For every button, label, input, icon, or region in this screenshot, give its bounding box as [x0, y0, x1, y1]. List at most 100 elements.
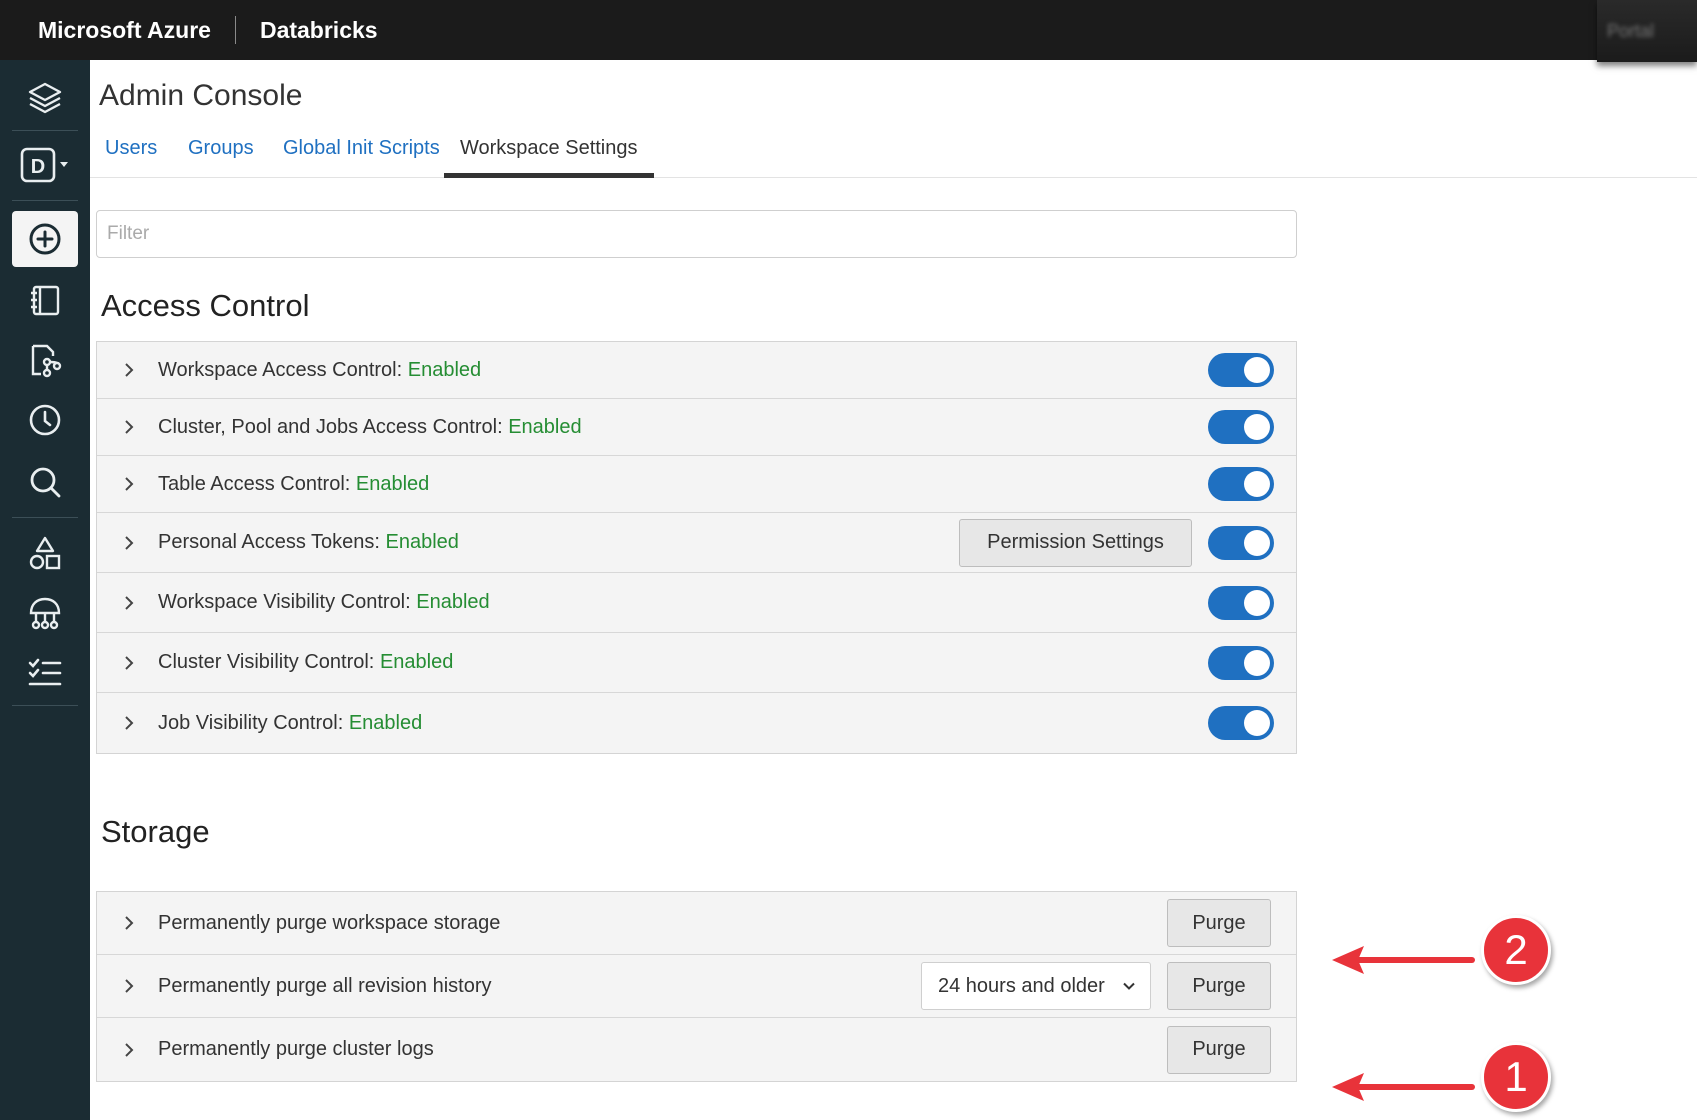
chevron-right-icon[interactable]: [121, 655, 137, 671]
settings-row[interactable]: Permanently purge workspace storage Purg…: [97, 892, 1296, 955]
sidebar-item-repos[interactable]: [12, 330, 78, 390]
toggle-knob: [1244, 529, 1270, 556]
brand-label[interactable]: Microsoft Azure: [0, 16, 236, 44]
settings-row[interactable]: Cluster, Pool and Jobs Access Control: E…: [97, 399, 1296, 456]
revision-age-select[interactable]: 24 hours and older: [921, 962, 1151, 1010]
settings-row[interactable]: Permanently purge all revision history 2…: [97, 955, 1296, 1018]
chevron-right-icon[interactable]: [121, 595, 137, 611]
toggle-switch[interactable]: [1208, 525, 1274, 560]
status-enabled: Enabled: [508, 415, 582, 438]
row-label: Workspace Access Control: Enabled: [158, 358, 482, 381]
arrow-left-icon: [1332, 1073, 1475, 1101]
settings-row[interactable]: Workspace Visibility Control: Enabled: [97, 573, 1296, 633]
create-icon: [29, 223, 61, 255]
permission-settings-button[interactable]: Permission Settings: [959, 518, 1192, 567]
top-bar: Microsoft Azure Databricks Portal: [0, 0, 1697, 62]
purge-workspace-storage-button[interactable]: Purge: [1167, 899, 1271, 947]
status-enabled: Enabled: [416, 591, 490, 613]
row-label: Table Access Control: Enabled: [158, 472, 430, 495]
toggle-knob: [1244, 357, 1270, 383]
storage-panel: Permanently purge workspace storage Purg…: [96, 891, 1297, 1082]
tab-users[interactable]: Users: [105, 137, 157, 160]
toggle-knob: [1244, 710, 1270, 736]
purge-cluster-logs-button[interactable]: Purge: [1167, 1025, 1271, 1074]
status-enabled: Enabled: [385, 531, 459, 553]
sidebar-item-create[interactable]: [12, 211, 78, 267]
sidebar-item-workspace[interactable]: D: [12, 135, 78, 195]
repos-icon: [31, 344, 62, 378]
row-label: Cluster, Pool and Jobs Access Control: E…: [158, 415, 582, 438]
product-label[interactable]: Databricks: [236, 17, 378, 44]
settings-row[interactable]: Personal Access Tokens: Enabled Permissi…: [97, 513, 1296, 573]
clock-icon: [29, 404, 61, 436]
sidebar-item-jobs[interactable]: [12, 643, 78, 703]
access-control-panel: Workspace Access Control: Enabled Cluste…: [96, 341, 1297, 754]
toggle-knob: [1244, 471, 1270, 497]
status-enabled: Enabled: [379, 651, 454, 673]
notebook-icon: [31, 285, 60, 316]
toggle-switch[interactable]: [1208, 585, 1274, 620]
chevron-right-icon[interactable]: [121, 1042, 137, 1058]
search-icon: [30, 467, 61, 498]
access-control-title: Access Control: [101, 288, 310, 323]
settings-row[interactable]: Workspace Access Control: Enabled: [97, 342, 1296, 399]
settings-row[interactable]: Cluster Visibility Control: Enabled: [97, 633, 1296, 693]
toggle-knob: [1244, 649, 1270, 676]
sidebar-item-search[interactable]: [12, 452, 78, 512]
filter-input[interactable]: [96, 210, 1297, 258]
row-label: Personal Access Tokens: Enabled: [158, 531, 459, 553]
toggle-switch[interactable]: [1208, 353, 1274, 387]
chevron-right-icon[interactable]: [121, 915, 137, 931]
sidebar-item-data[interactable]: [12, 523, 78, 583]
sidebar: D: [0, 60, 90, 1120]
settings-row[interactable]: Permanently purge cluster logs Purge: [97, 1018, 1296, 1081]
toggle-switch[interactable]: [1208, 706, 1274, 740]
sidebar-separator: [12, 517, 78, 518]
annotation-badge-2: 2: [1481, 915, 1551, 985]
toggle-switch[interactable]: [1208, 410, 1274, 444]
tab-groups[interactable]: Groups: [188, 137, 254, 160]
settings-row[interactable]: Table Access Control: Enabled: [97, 456, 1296, 513]
chevron-right-icon[interactable]: [121, 978, 137, 994]
cluster-icon: [29, 597, 61, 630]
workspace-icon: D: [20, 147, 68, 183]
chevron-right-icon[interactable]: [121, 715, 137, 731]
main-content: Admin Console Users Groups Global Init S…: [90, 60, 1697, 1120]
jobs-list-icon: [28, 658, 62, 686]
sidebar-separator: [12, 130, 78, 131]
storage-title: Storage: [101, 814, 210, 849]
chevron-right-icon[interactable]: [121, 362, 137, 378]
sidebar-item-recents[interactable]: [12, 390, 78, 450]
layers-icon: [28, 82, 62, 114]
status-enabled: Enabled: [407, 358, 482, 381]
settings-row[interactable]: Job Visibility Control: Enabled: [97, 693, 1296, 753]
toggle-switch[interactable]: [1208, 467, 1274, 501]
annotation-badge-1: 1: [1481, 1042, 1551, 1112]
sidebar-item-compute[interactable]: [12, 583, 78, 643]
chevron-right-icon[interactable]: [121, 419, 137, 435]
sidebar-separator: [12, 200, 78, 201]
tab-workspace-settings[interactable]: Workspace Settings: [460, 137, 638, 160]
chevron-right-icon[interactable]: [121, 476, 137, 492]
purge-revision-history-button[interactable]: Purge: [1167, 962, 1271, 1010]
select-value: 24 hours and older: [938, 974, 1105, 997]
status-enabled: Enabled: [348, 711, 423, 734]
svg-text:D: D: [31, 156, 45, 178]
toggle-knob: [1244, 414, 1270, 440]
portal-link-area[interactable]: Portal: [1597, 0, 1697, 62]
row-label: Permanently purge cluster logs: [158, 1038, 434, 1060]
arrow-left-icon: [1332, 946, 1475, 974]
status-enabled: Enabled: [355, 472, 430, 495]
row-label: Job Visibility Control: Enabled: [158, 711, 423, 734]
sidebar-separator: [12, 705, 78, 706]
tab-active-indicator: [444, 173, 654, 178]
sidebar-item-home[interactable]: [12, 68, 78, 128]
portal-link[interactable]: Portal: [1607, 21, 1654, 42]
toggle-switch[interactable]: [1208, 645, 1274, 680]
tab-global-init-scripts[interactable]: Global Init Scripts: [283, 137, 440, 160]
tab-bar: Users Groups Global Init Scripts Workspa…: [90, 60, 1697, 178]
toggle-knob: [1244, 589, 1270, 616]
chevron-right-icon[interactable]: [121, 535, 137, 551]
row-label: Permanently purge workspace storage: [158, 911, 501, 934]
sidebar-item-notebook[interactable]: [12, 270, 78, 330]
